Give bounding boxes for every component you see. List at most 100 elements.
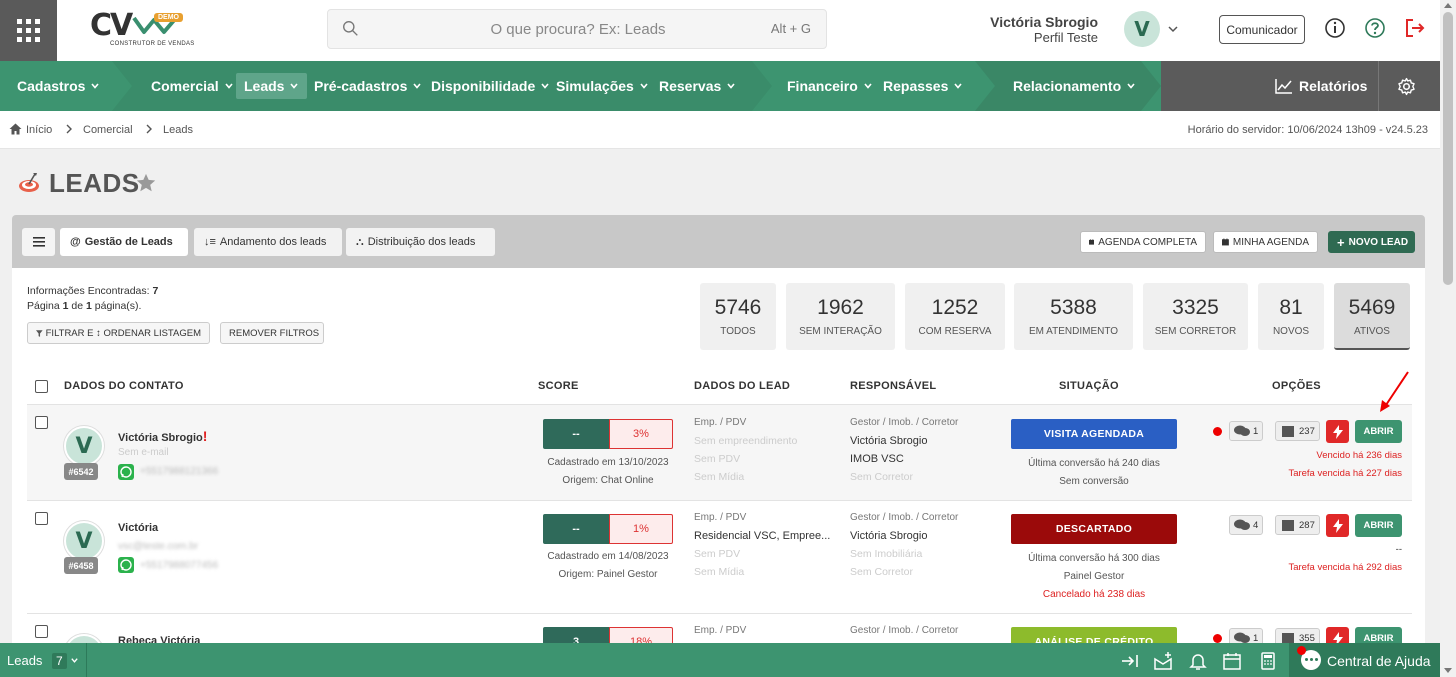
nav-relacionamento[interactable]: Relacionamento xyxy=(1013,61,1136,111)
lead-name-text: Victória Sbrogio xyxy=(118,432,203,444)
help-icon[interactable] xyxy=(1364,17,1386,39)
nav-leads[interactable]: Leads xyxy=(236,73,308,99)
help-center-button[interactable]: Central de Ajuda xyxy=(1289,643,1440,677)
quick-action-button[interactable] xyxy=(1326,514,1349,537)
registered-date: Cadastrado em 13/10/2023 xyxy=(547,457,669,468)
open-lead-button[interactable]: ABRIR xyxy=(1355,514,1402,537)
leads-tab-selector[interactable]: Leads 7 xyxy=(7,653,79,669)
status-badge[interactable]: DESCARTADO xyxy=(1011,514,1177,544)
agenda-completa-button[interactable]: AGENDA COMPLETA xyxy=(1080,231,1206,253)
menu-toggle-button[interactable] xyxy=(22,228,55,256)
tab-gestao-de-leads[interactable]: @ Gestão de Leads xyxy=(60,228,188,256)
stat-label: SEM CORRETOR xyxy=(1154,326,1237,337)
row-checkbox[interactable] xyxy=(35,512,48,525)
sort-icon: ↓≡ xyxy=(204,236,216,248)
chevron-down-icon xyxy=(225,83,233,89)
whatsapp-icon[interactable] xyxy=(118,557,134,573)
novo-lead-button[interactable]: + NOVO LEAD xyxy=(1328,231,1415,253)
nav-cadastros[interactable]: Cadastros xyxy=(17,61,100,111)
user-name[interactable]: Victória Sbrogio xyxy=(990,14,1098,30)
search-input[interactable] xyxy=(368,10,788,48)
messages-button[interactable]: 4 xyxy=(1229,515,1264,535)
tab-distribuicao-dos-leads[interactable]: ⛬ Distribuição dos leads xyxy=(346,228,495,256)
results-label: Informações Encontradas: xyxy=(27,285,150,297)
scroll-up-icon[interactable] xyxy=(1444,3,1452,8)
bell-icon[interactable] xyxy=(1188,651,1208,671)
scrollbar[interactable] xyxy=(1440,0,1456,677)
breadcrumb-comercial[interactable]: Comercial xyxy=(83,124,133,136)
favorite-star-icon[interactable] xyxy=(135,172,157,194)
tab-andamento-dos-leads[interactable]: ↓≡ Andamento dos leads xyxy=(194,228,342,256)
sign-in-icon[interactable] xyxy=(1120,651,1140,671)
apps-menu-button[interactable] xyxy=(0,0,57,61)
status-badge[interactable]: VISITA AGENDADA xyxy=(1011,419,1177,449)
search-box: Alt + G xyxy=(327,9,827,49)
messages-button[interactable]: 1 xyxy=(1229,421,1264,441)
gear-icon[interactable] xyxy=(1397,77,1416,96)
row-checkbox[interactable] xyxy=(35,416,48,429)
remove-filters-button[interactable]: REMOVER FILTROS xyxy=(220,322,324,344)
minha-agenda-button[interactable]: MINHA AGENDA xyxy=(1213,231,1318,253)
tab-label: Andamento dos leads xyxy=(219,236,327,248)
breadcrumb-home[interactable]: Início xyxy=(26,124,52,136)
stat-label: SEM INTERAÇÃO xyxy=(799,326,882,337)
nav-financeiro[interactable]: Financeiro xyxy=(787,61,873,111)
tasks-button[interactable]: 287 xyxy=(1275,515,1320,535)
scroll-thumb[interactable] xyxy=(1443,12,1453,285)
emp-label: Emp. / PDV xyxy=(694,625,747,636)
quick-action-button[interactable] xyxy=(1326,420,1349,443)
stat-em-atendimento[interactable]: 5388 EM ATENDIMENTO xyxy=(1014,283,1133,350)
nav-comercial[interactable]: Comercial xyxy=(151,61,234,111)
page-current: 1 xyxy=(62,300,69,312)
lead-name[interactable]: Victória Sbrogio! xyxy=(118,428,207,444)
pdv-value: Sem PDV xyxy=(694,453,741,465)
scroll-down-icon[interactable] xyxy=(1444,668,1452,673)
last-conversion: Última conversão há 300 dias xyxy=(1028,553,1160,564)
col-contact: DADOS DO CONTATO xyxy=(64,380,184,392)
filter-sort-button[interactable]: FILTRAR E ↕ ORDENAR LISTAGEM xyxy=(27,322,210,344)
plus-icon: + xyxy=(1337,234,1345,250)
nav-repasses[interactable]: Repasses xyxy=(883,61,963,111)
stat-ativos[interactable]: 5469 ATIVOS xyxy=(1334,283,1410,350)
calculator-icon[interactable] xyxy=(1258,651,1278,671)
stat-todos[interactable]: 5746 TODOS xyxy=(700,283,776,350)
calendar-icon xyxy=(1282,520,1294,531)
lead-origin: Origem: Chat Online xyxy=(562,475,654,486)
user-avatar[interactable]: V xyxy=(1124,11,1160,47)
avatar[interactable]: V xyxy=(64,521,104,561)
chevron-down-icon xyxy=(91,83,100,89)
responsible-imob: Sem Imobiliária xyxy=(850,548,923,560)
info-icon[interactable] xyxy=(1324,17,1346,39)
row-checkbox[interactable] xyxy=(35,625,48,638)
pdv-value: Sem PDV xyxy=(694,548,741,560)
chevron-down-icon xyxy=(727,83,735,89)
stat-sem-interacao[interactable]: 1962 SEM INTERAÇÃO xyxy=(786,283,895,350)
stat-com-reserva[interactable]: 1252 COM RESERVA xyxy=(905,283,1005,350)
mail-add-icon[interactable] xyxy=(1153,651,1173,671)
home-icon[interactable] xyxy=(9,123,22,135)
score-value: -- xyxy=(543,419,609,449)
avatar[interactable]: V xyxy=(64,426,104,466)
chevron-down-icon[interactable] xyxy=(1166,22,1180,36)
lead-name[interactable]: Victória xyxy=(118,522,158,534)
nav-reservas[interactable]: Reservas xyxy=(659,61,736,111)
breadcrumb-leads[interactable]: Leads xyxy=(163,124,193,136)
tasks-button[interactable]: 237 xyxy=(1275,421,1320,441)
nav-pre-cadastros[interactable]: Pré-cadastros xyxy=(314,61,422,111)
stat-sem-corretor[interactable]: 3325 SEM CORRETOR xyxy=(1143,283,1248,350)
calendar-icon[interactable] xyxy=(1222,651,1242,671)
nav-simulacoes[interactable]: Simulações xyxy=(556,61,649,111)
nav-disponibilidade[interactable]: Disponibilidade xyxy=(431,61,550,111)
nav-relatorios[interactable]: Relatórios xyxy=(1275,61,1367,111)
stat-novos[interactable]: 81 NOVOS xyxy=(1258,283,1324,350)
stat-value: 1252 xyxy=(931,296,979,319)
stat-value: 5746 xyxy=(714,296,762,319)
filter-icon xyxy=(36,329,43,337)
whatsapp-icon[interactable] xyxy=(118,464,134,480)
open-lead-button[interactable]: ABRIR xyxy=(1355,420,1402,443)
notification-dot xyxy=(1297,646,1306,655)
comunicador-button[interactable]: Comunicador xyxy=(1219,15,1305,44)
logo[interactable]: CV DEMO CONSTRUTOR DE VENDAS xyxy=(90,8,194,52)
select-all-checkbox[interactable] xyxy=(35,380,48,393)
logout-icon[interactable] xyxy=(1404,17,1426,39)
